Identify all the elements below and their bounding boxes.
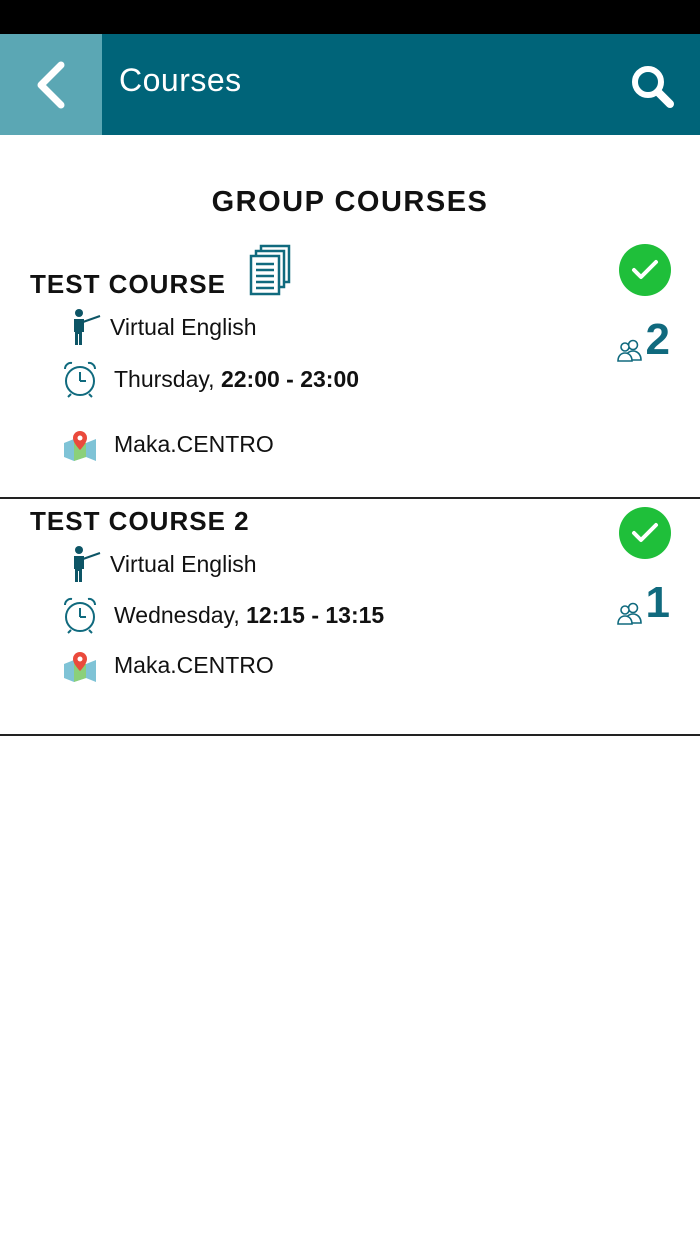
course-title: TEST COURSE — [30, 269, 226, 299]
page-title: Courses — [119, 62, 242, 98]
teacher-icon — [74, 309, 101, 345]
people-icon — [616, 339, 642, 362]
course-card[interactable]: TEST COURSE Virtual English Thursday, 22… — [0, 236, 700, 499]
schedule-time: 22:00 - 23:00 — [220, 366, 360, 392]
check-icon — [632, 260, 658, 279]
location-name: Maka.CENTRO — [114, 652, 274, 678]
participants: 1 — [616, 581, 670, 625]
check-icon — [632, 523, 658, 542]
participants: 2 — [616, 318, 670, 362]
schedule-day: Thursday, — [114, 366, 215, 392]
schedule: Thursday, 22:00 - 23:00 — [114, 366, 359, 393]
alarm-clock-icon — [63, 597, 97, 634]
teacher-name: Virtual English — [110, 551, 257, 577]
search-button[interactable] — [628, 62, 676, 110]
search-icon — [632, 66, 674, 108]
location-name: Maka.CENTRO — [114, 431, 274, 457]
chevron-left-icon — [37, 61, 65, 108]
enrolled-badge — [619, 507, 671, 559]
schedule-day: Wednesday, — [114, 602, 240, 628]
map-pin-icon — [64, 431, 96, 461]
schedule-time: 12:15 - 13:15 — [246, 602, 385, 628]
schedule: Wednesday, 12:15 - 13:15 — [114, 602, 384, 629]
app-bar: Courses — [0, 34, 700, 135]
course-title: TEST COURSE 2 — [30, 506, 250, 536]
documents-icon[interactable] — [249, 244, 293, 298]
course-card[interactable]: TEST COURSE 2 Virtual English Wednesday,… — [0, 499, 700, 736]
people-icon — [616, 602, 642, 625]
status-bar — [0, 0, 700, 34]
teacher-icon — [74, 546, 101, 582]
participants-count: 1 — [645, 578, 670, 627]
map-pin-icon — [64, 652, 96, 682]
enrolled-badge — [619, 244, 671, 296]
section-heading: GROUP COURSES — [211, 186, 489, 218]
back-button[interactable] — [0, 34, 102, 135]
participants-count: 2 — [645, 315, 670, 364]
teacher-name: Virtual English — [110, 314, 257, 340]
alarm-clock-icon — [63, 361, 97, 398]
